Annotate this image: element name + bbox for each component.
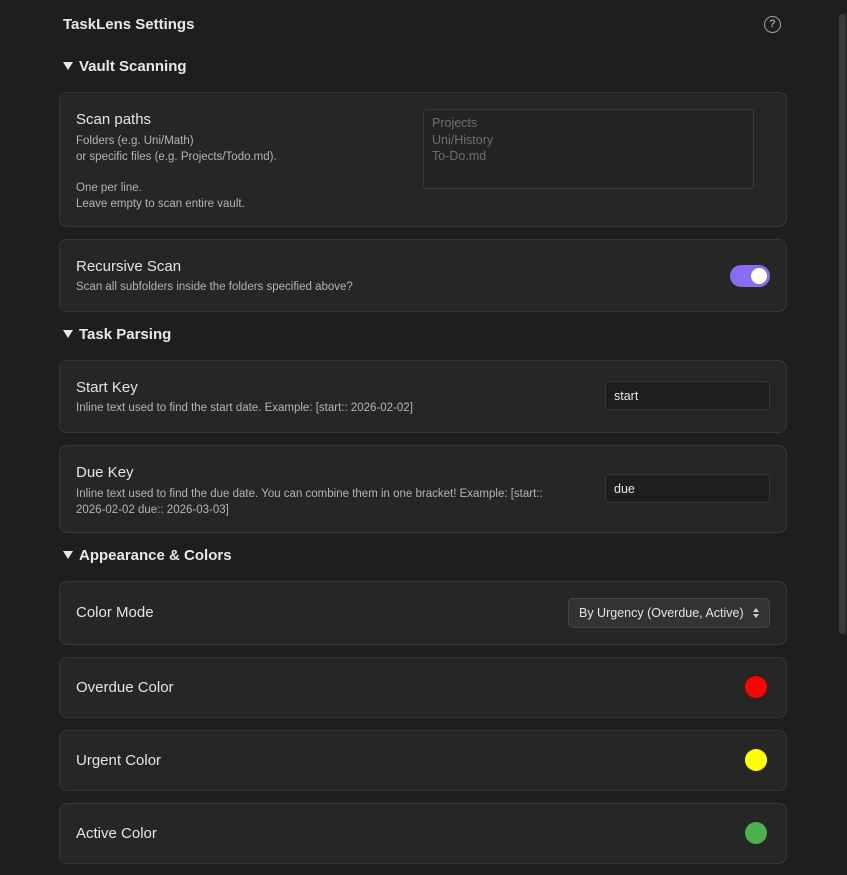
section-task-parsing[interactable]: Task Parsing (63, 324, 171, 344)
desc-line: Leave empty to scan entire vault. (76, 198, 245, 210)
placeholder-line: Projects (432, 116, 478, 130)
color-mode-dropdown[interactable]: By Urgency (Overdue, Active) (568, 598, 770, 628)
desc-line: One per line. (76, 182, 142, 194)
setting-description: Folders (e.g. Uni/Math) or specific file… (76, 133, 277, 212)
desc-line: Folders (e.g. Uni/Math) (76, 135, 194, 147)
setting-label: Overdue Color (76, 679, 174, 696)
active-color-swatch[interactable] (745, 822, 767, 844)
scrollbar-thumb[interactable] (839, 14, 846, 634)
setting-label: Active Color (76, 825, 157, 842)
section-appearance-colors[interactable]: Appearance & Colors (63, 545, 232, 565)
toggle-knob (751, 268, 767, 284)
setting-description: Inline text used to find the due date. Y… (76, 486, 576, 518)
section-heading: Appearance & Colors (79, 546, 232, 564)
recursive-scan-toggle[interactable] (730, 265, 770, 287)
question-circle-icon[interactable]: ? (764, 15, 781, 33)
placeholder-line: To-Do.md (432, 149, 487, 163)
desc-line: 2026-02-02 due:: 2026-03-03] (76, 504, 229, 516)
placeholder-line: Uni/History (432, 132, 494, 147)
overdue-color-swatch[interactable] (745, 676, 767, 698)
scrollbar-track[interactable] (838, 0, 847, 875)
desc-line: or specific files (e.g. Projects/Todo.md… (76, 151, 277, 163)
setting-label: Recursive Scan (76, 258, 182, 275)
setting-label: Color Mode (76, 604, 154, 621)
chevron-updown-icon (753, 608, 759, 618)
desc-line: Inline text used to find the due date. Y… (76, 488, 543, 500)
settings-page: TaskLens Settings ? Vault Scanning Scan … (0, 0, 847, 875)
overdue-color-setting: Overdue Color (59, 657, 787, 718)
scan-paths-textarea[interactable]: Projects Uni/History To-Do.md (423, 109, 754, 189)
collapse-caret-icon[interactable] (63, 551, 73, 559)
dropdown-value: By Urgency (Overdue, Active) (579, 606, 744, 620)
setting-label: Urgent Color (76, 752, 162, 769)
page-title: TaskLens Settings (63, 15, 195, 33)
setting-description: Scan all subfolders inside the folders s… (76, 281, 353, 293)
urgent-color-swatch[interactable] (745, 749, 767, 771)
start-key-setting: Start Key Inline text used to find the s… (59, 360, 787, 433)
active-color-setting: Active Color (59, 803, 787, 864)
due-key-setting: Due Key Inline text used to find the due… (59, 445, 787, 533)
scan-paths-setting: Scan paths Folders (e.g. Uni/Math) or sp… (59, 92, 787, 227)
settings-header: TaskLens Settings ? (63, 14, 783, 34)
collapse-caret-icon[interactable] (63, 330, 73, 338)
section-vault-scanning[interactable]: Vault Scanning (63, 56, 187, 76)
color-mode-setting: Color Mode By Urgency (Overdue, Active) (59, 581, 787, 645)
section-heading: Vault Scanning (79, 57, 187, 75)
recursive-scan-setting: Recursive Scan Scan all subfolders insid… (59, 239, 787, 312)
setting-label: Due Key (76, 464, 134, 481)
setting-label: Start Key (76, 379, 138, 396)
due-key-input[interactable]: due (605, 474, 770, 503)
section-heading: Task Parsing (79, 325, 172, 343)
urgent-color-setting: Urgent Color (59, 730, 787, 791)
setting-label: Scan paths (76, 111, 152, 128)
setting-description: Inline text used to find the start date.… (76, 402, 413, 414)
start-key-input[interactable]: start (605, 381, 770, 410)
collapse-caret-icon[interactable] (63, 62, 73, 70)
